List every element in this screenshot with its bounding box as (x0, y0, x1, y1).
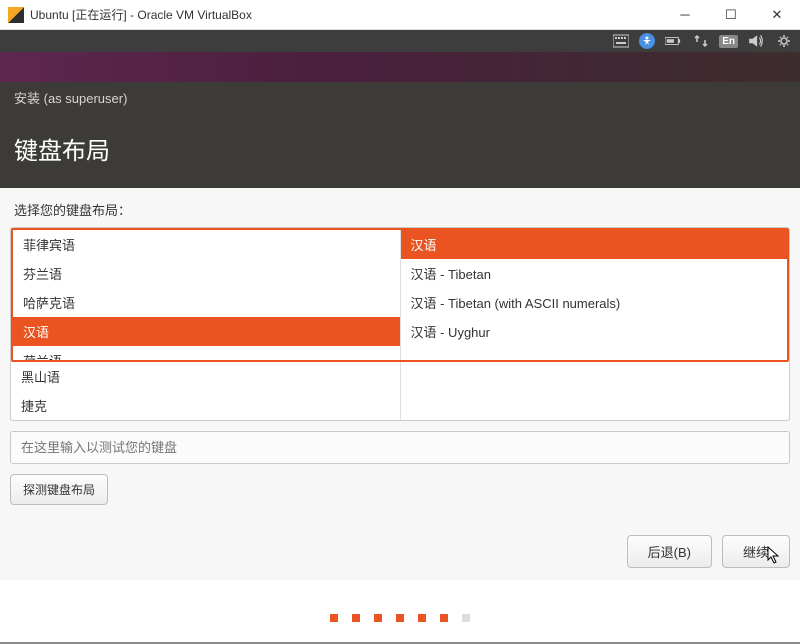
language-list[interactable]: 菲律宾语 芬兰语 哈萨克语 汉语 荷兰语 (13, 230, 401, 360)
list-item[interactable]: 黑山语 (11, 362, 400, 391)
page-title: 键盘布局 (0, 113, 800, 188)
keyboard-layout-selection: 菲律宾语 芬兰语 哈萨克语 汉语 荷兰语 汉语 汉语 - Tibetan 汉语 … (11, 228, 789, 362)
network-icon[interactable] (691, 33, 711, 49)
window-title: Ubuntu [正在运行] - Oracle VM VirtualBox (30, 6, 662, 23)
battery-icon[interactable] (663, 33, 683, 49)
list-item-selected[interactable]: 汉语 (13, 317, 400, 346)
list-item[interactable]: 汉语 - Tibetan (with ASCII numerals) (401, 288, 788, 317)
back-button[interactable]: 后退(B) (627, 535, 712, 568)
minimize-button[interactable]: ─ (662, 0, 708, 30)
progress-dot (330, 614, 338, 622)
keyboard-test-input[interactable] (10, 431, 790, 464)
input-method-indicator[interactable]: En (719, 35, 738, 48)
desktop-background-strip (0, 52, 800, 82)
installer-content: 选择您的键盘布局： 菲律宾语 芬兰语 哈萨克语 汉语 荷兰语 汉语 汉语 - T… (0, 188, 800, 580)
virtualbox-icon (8, 7, 24, 23)
progress-dots (0, 580, 800, 642)
list-item[interactable]: 汉语 - Uyghur (401, 317, 788, 346)
window-titlebar: Ubuntu [正在运行] - Oracle VM VirtualBox ─ ☐… (0, 0, 800, 30)
keyboard-icon[interactable] (611, 33, 631, 49)
window-controls: ─ ☐ ✕ (662, 0, 800, 30)
layout-prompt: 选择您的键盘布局： (10, 200, 790, 219)
progress-dot (418, 614, 426, 622)
progress-dot (396, 614, 404, 622)
cursor-icon (767, 546, 781, 564)
list-item[interactable]: 菲律宾语 (13, 230, 400, 259)
gear-icon[interactable] (774, 33, 794, 49)
progress-dot (374, 614, 382, 622)
maximize-button[interactable]: ☐ (708, 0, 754, 30)
detect-layout-button[interactable]: 探测键盘布局 (10, 474, 108, 505)
list-item[interactable]: 汉语 - Tibetan (401, 259, 788, 288)
language-list-overflow: 黑山语 捷克 (11, 362, 789, 420)
accessibility-icon[interactable] (639, 33, 655, 49)
ubuntu-menubar: En (0, 30, 800, 52)
list-item[interactable]: 捷克 (11, 391, 400, 420)
progress-dot (352, 614, 360, 622)
installer-window-header: 安装 (as superuser) (0, 82, 800, 113)
sound-icon[interactable] (746, 33, 766, 49)
list-item[interactable]: 荷兰语 (13, 346, 400, 360)
list-item[interactable]: 哈萨克语 (13, 288, 400, 317)
nav-buttons: 后退(B) 继续 (10, 535, 790, 568)
continue-label: 继续 (743, 545, 769, 560)
close-button[interactable]: ✕ (754, 0, 800, 30)
progress-dot (440, 614, 448, 622)
list-item-selected[interactable]: 汉语 (401, 230, 788, 259)
continue-button[interactable]: 继续 (722, 535, 790, 568)
progress-dot-inactive (462, 614, 470, 622)
variant-list[interactable]: 汉语 汉语 - Tibetan 汉语 - Tibetan (with ASCII… (401, 230, 788, 360)
list-item[interactable]: 芬兰语 (13, 259, 400, 288)
